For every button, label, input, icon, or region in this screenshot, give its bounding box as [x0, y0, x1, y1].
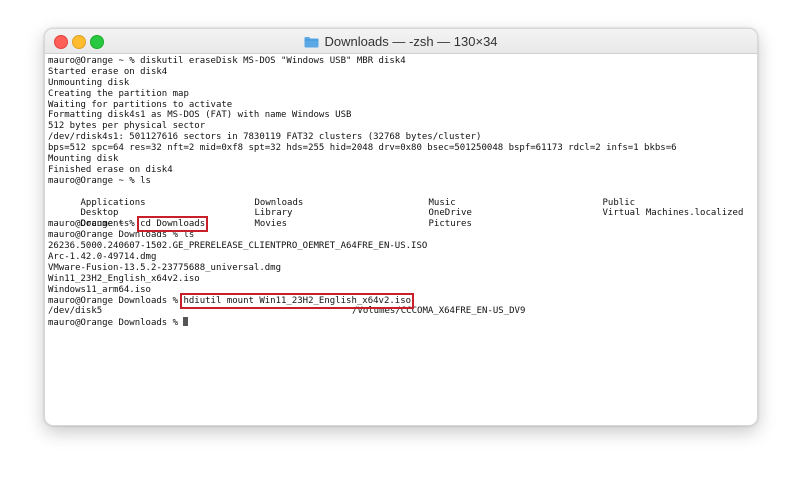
ls-row: Applications Downloads Music Public [48, 187, 757, 208]
disk-volume: /Volumes/CCCOMA_X64FRE_EN-US_DV9 [352, 306, 526, 317]
ls-entry: Documents [80, 219, 130, 230]
ls-entry: Music [428, 197, 456, 208]
terminal-line: Mounting disk [48, 154, 119, 165]
title-bar[interactable]: Downloads — -zsh — 130×34 [45, 29, 757, 54]
ls-entry: Downloads [254, 197, 304, 208]
folder-icon [304, 36, 319, 47]
window-title: Downloads — -zsh — 130×34 [324, 34, 498, 49]
terminal-line: 512 bytes per physical sector [48, 121, 206, 132]
cursor-icon [183, 317, 189, 327]
file-entry: Win11_23H2_English_x64v2.iso [48, 273, 200, 284]
file-entry: VMware-Fusion-13.5.2-23775688_universal.… [48, 262, 281, 273]
disk-device: /dev/disk5 [48, 306, 103, 317]
ls-entry: Pictures [428, 219, 472, 230]
terminal-line: /dev/rdisk4s1: 501127616 sectors in 7830… [48, 132, 482, 143]
shell-prompt: mauro@Orange Downloads % [48, 295, 184, 306]
terminal-line: Waiting for partitions to activate [48, 99, 233, 110]
terminal-line: mauro@Orange ~ % ls [48, 175, 151, 186]
mount-result-line: /dev/disk5/Volumes/CCCOMA_X64FRE_EN-US_D… [48, 306, 757, 317]
terminal-line: mauro@Orange ~ % diskutil eraseDisk MS-D… [48, 56, 406, 66]
terminal-line: Started erase on disk4 [48, 66, 168, 77]
file-entry: Windows11_arm64.iso [48, 284, 151, 295]
ls-entry: Applications [80, 197, 146, 208]
ls-entry: Public [602, 197, 636, 208]
terminal-window: Downloads — -zsh — 130×34 mauro@Orange ~… [44, 28, 758, 426]
terminal-line: Unmounting disk [48, 77, 130, 88]
ls-row: Documents Movies Pictures [48, 208, 757, 229]
terminal-line: Formatting disk4s1 as MS-DOS (FAT) with … [48, 110, 352, 121]
file-entry: Arc-1.42.0-49714.dmg [48, 252, 157, 263]
ls-entry: Movies [254, 219, 288, 230]
final-prompt-line: mauro@Orange Downloads % [48, 317, 757, 328]
terminal-line: Creating the partition map [48, 88, 189, 99]
mount-command-highlight: hdiutil mount Win11_23H2_English_x64v2.i… [180, 292, 415, 309]
file-entry: 26236.5000.240607-1502.GE_PRERELEASE_CLI… [48, 241, 428, 252]
window-title-group: Downloads — -zsh — 130×34 [45, 34, 757, 49]
mount-command-line: mauro@Orange Downloads % hdiutil mount W… [48, 292, 757, 309]
terminal-line: bps=512 spc=64 res=32 nft=2 mid=0xf8 spt… [48, 143, 677, 154]
terminal-output[interactable]: mauro@Orange ~ % diskutil eraseDisk MS-D… [45, 54, 757, 328]
terminal-line: mauro@Orange Downloads % ls [48, 230, 195, 241]
shell-prompt: mauro@Orange Downloads % [48, 318, 184, 329]
terminal-line: Finished erase on disk4 [48, 164, 173, 175]
